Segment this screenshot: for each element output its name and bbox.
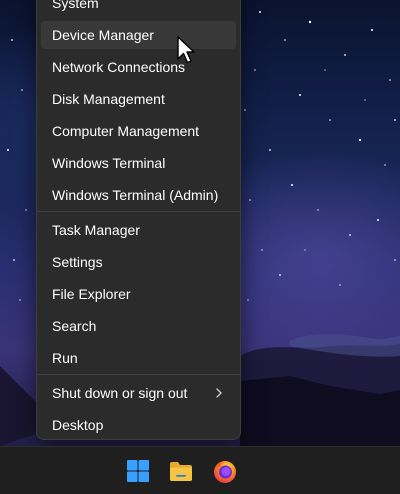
menu-item-search[interactable]: Search — [41, 312, 236, 340]
file-explorer-button[interactable] — [163, 453, 199, 489]
menu-item-label: Disk Management — [52, 91, 165, 107]
menu-item-system[interactable]: System — [41, 0, 236, 17]
mouse-pointer-icon — [177, 36, 195, 64]
menu-item-file-explorer[interactable]: File Explorer — [41, 280, 236, 308]
menu-item-label: File Explorer — [52, 286, 131, 302]
menu-item-label: Desktop — [52, 417, 104, 433]
menu-item-label: Computer Management — [52, 123, 200, 139]
menu-item-label: Device Manager — [52, 27, 154, 43]
menu-item-windows-terminal-admin[interactable]: Windows Terminal (Admin) — [41, 181, 236, 209]
menu-item-disk-management[interactable]: Disk Management — [41, 85, 236, 113]
firefox-button[interactable] — [207, 453, 243, 489]
menu-item-label: Shut down or sign out — [52, 385, 188, 401]
file-explorer-icon — [170, 462, 192, 481]
menu-item-run[interactable]: Run — [41, 344, 236, 372]
firefox-icon — [214, 461, 236, 483]
menu-item-settings[interactable]: Settings — [41, 248, 236, 276]
menu-item-label: Run — [52, 350, 78, 366]
win-x-context-menu: System Device Manager Network Connection… — [36, 0, 241, 440]
menu-item-shut-down-or-sign-out[interactable]: Shut down or sign out — [41, 379, 236, 407]
menu-item-device-manager[interactable]: Device Manager — [41, 21, 236, 49]
menu-item-label: Task Manager — [52, 222, 140, 238]
menu-divider — [37, 211, 240, 212]
menu-item-network-connections[interactable]: Network Connections — [41, 53, 236, 81]
start-button[interactable] — [120, 453, 156, 489]
menu-divider — [37, 374, 240, 375]
windows-start-icon — [127, 460, 149, 482]
chevron-right-icon — [216, 388, 222, 398]
menu-item-label: Network Connections — [52, 59, 186, 75]
menu-item-label: Windows Terminal — [52, 155, 166, 171]
menu-item-label: Search — [52, 318, 97, 334]
menu-item-task-manager[interactable]: Task Manager — [41, 216, 236, 244]
menu-item-label: System — [52, 0, 99, 11]
menu-item-label: Settings — [52, 254, 103, 270]
menu-item-label: Windows Terminal (Admin) — [52, 187, 219, 203]
menu-item-windows-terminal[interactable]: Windows Terminal — [41, 149, 236, 177]
menu-item-desktop[interactable]: Desktop — [41, 411, 236, 439]
taskbar — [0, 446, 400, 494]
menu-item-computer-management[interactable]: Computer Management — [41, 117, 236, 145]
